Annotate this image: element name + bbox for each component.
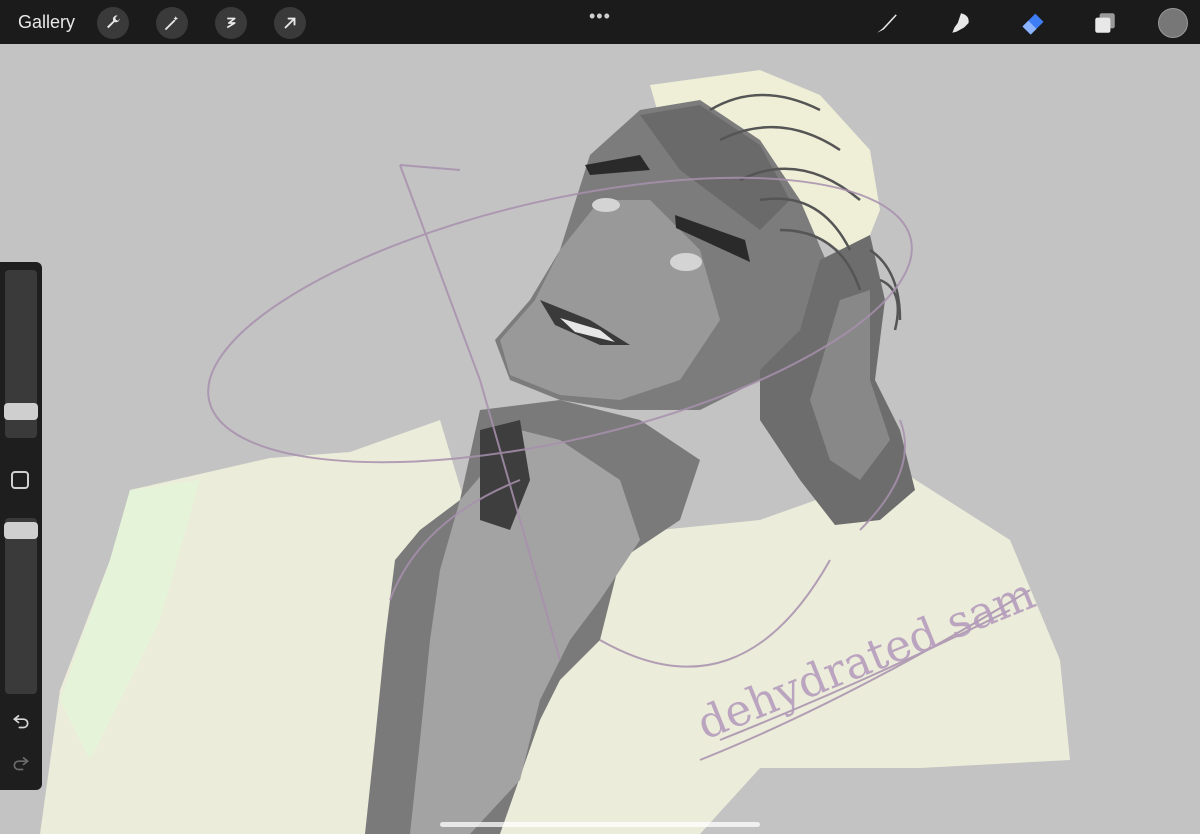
brush-button[interactable] — [872, 8, 902, 38]
actions-button[interactable] — [97, 7, 129, 39]
layers-button[interactable] — [1090, 8, 1120, 38]
eraser-icon — [1022, 13, 1044, 35]
brush-icon — [877, 14, 897, 33]
gallery-button[interactable]: Gallery — [18, 12, 75, 33]
smudge-icon — [952, 13, 969, 33]
opacity-thumb[interactable] — [4, 522, 38, 539]
modify-button[interactable] — [11, 471, 29, 489]
selection-icon — [226, 17, 236, 29]
undo-icon[interactable] — [11, 710, 31, 730]
wrench-icon — [107, 15, 120, 29]
selection-button[interactable] — [215, 7, 247, 39]
side-toolbar — [0, 262, 42, 790]
redo-icon[interactable] — [11, 752, 31, 772]
eraser-button[interactable] — [1018, 8, 1048, 38]
drawing-canvas[interactable]: dehydrated sam — [0, 0, 1200, 834]
top-toolbar: Gallery ••• — [0, 0, 1200, 44]
smudge-button[interactable] — [946, 8, 976, 38]
brush-size-thumb[interactable] — [4, 403, 38, 420]
opacity-slider[interactable] — [5, 518, 37, 694]
home-indicator — [440, 822, 760, 827]
adjustments-button[interactable] — [156, 7, 188, 39]
magic-wand-icon — [165, 16, 178, 30]
layers-icon — [1095, 13, 1115, 33]
color-swatch[interactable] — [1158, 8, 1188, 38]
transform-button[interactable] — [274, 7, 306, 39]
more-menu-button[interactable]: ••• — [589, 6, 611, 27]
transform-arrow-icon — [284, 17, 296, 29]
